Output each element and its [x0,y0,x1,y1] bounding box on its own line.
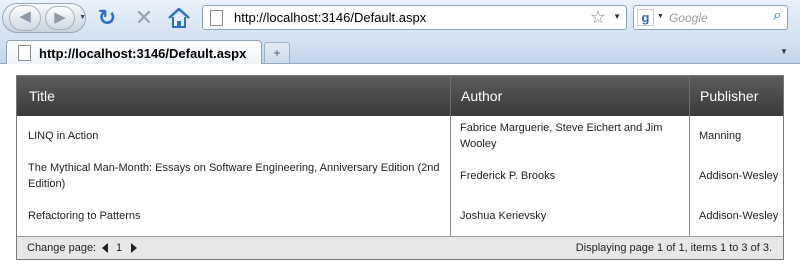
star-icon[interactable]: ☆ [590,7,606,28]
reload-icon[interactable]: ↻ [94,6,120,32]
cell-publisher: Manning [699,130,742,142]
nav-buttons: ◀ ▶ ▼ [2,3,86,33]
prev-page-icon[interactable] [102,243,108,253]
search-box[interactable]: g ▼ Google ⌕ [633,5,788,30]
page-icon [210,10,223,26]
pager: Change page: 1 Displaying page 1 of 1, i… [17,236,783,259]
cell-title: LINQ in Action [28,130,99,142]
cell-title: The Mythical Man-Month: Essays on Softwa… [28,162,440,190]
forward-glyph: ▶ [54,9,66,26]
tab-title: http://localhost:3146/Default.aspx [39,46,247,61]
address-bar[interactable]: http://localhost:3146/Default.aspx ☆ ▼ [202,5,627,30]
cell-title: Refactoring to Patterns [28,210,141,222]
grid-header: Title Author Publisher [17,76,783,116]
next-page-icon[interactable] [131,243,137,253]
tab-strip: http://localhost:3146/Default.aspx + ▼ [0,38,800,65]
browser-toolbar: ◀ ▶ ▼ ↻ ✕ http://localhost:3146/Default.… [0,0,800,38]
new-tab-icon[interactable]: + [264,42,290,63]
table-row: Refactoring to Patterns Joshua Kerievsky… [17,196,783,236]
home-icon[interactable] [166,6,192,32]
cell-publisher: Addison-Wesley [699,210,779,222]
back-arrow-icon[interactable]: ◀ [9,5,41,31]
page-content: Title Author Publisher LINQ in Action Fa… [0,64,800,270]
cell-author: Joshua Kerievsky [460,210,547,222]
column-header-author[interactable]: Author [450,76,689,116]
page-number[interactable]: 1 [116,242,122,254]
history-dropdown-icon[interactable]: ▼ [79,7,86,29]
tab-default[interactable]: http://localhost:3146/Default.aspx [6,40,262,65]
google-g-icon[interactable]: g [637,9,654,26]
stop-icon[interactable]: ✕ [131,6,157,32]
tab-list-dropdown-icon[interactable]: ▼ [776,43,792,61]
forward-arrow-icon[interactable]: ▶ ▼ [45,6,86,30]
url-dropdown-icon[interactable]: ▼ [613,12,621,21]
cell-publisher: Addison-Wesley [699,170,779,182]
search-input[interactable]: Google [669,11,708,25]
pager-info: Displaying page 1 of 1, items 1 to 3 of … [575,242,772,254]
change-page-label: Change page: [27,242,97,254]
magnifier-icon[interactable]: ⌕ [773,7,782,25]
column-header-publisher[interactable]: Publisher [689,76,783,116]
column-header-title[interactable]: Title [17,76,450,116]
table-row: LINQ in Action Fabrice Marguerie, Steve … [17,116,783,156]
books-grid: Title Author Publisher LINQ in Action Fa… [16,75,784,260]
page-icon [18,45,31,61]
cell-author: Fabrice Marguerie, Steve Eichert and Jim… [460,122,663,150]
table-row: The Mythical Man-Month: Essays on Softwa… [17,156,783,196]
engine-dropdown-icon[interactable]: ▼ [657,13,664,20]
address-text[interactable]: http://localhost:3146/Default.aspx [234,10,426,25]
cell-author: Frederick P. Brooks [460,170,556,182]
grid-body: LINQ in Action Fabrice Marguerie, Steve … [17,116,783,236]
